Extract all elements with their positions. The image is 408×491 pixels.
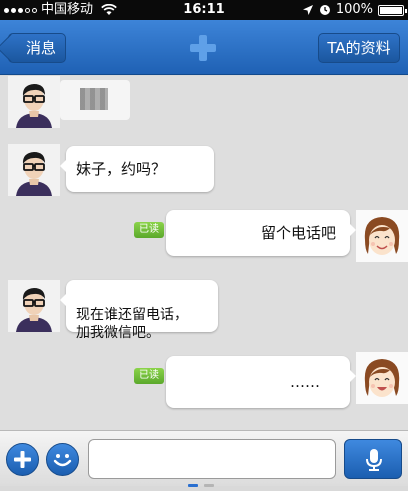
navigation-bar: 消息 TA的资料 bbox=[0, 20, 408, 75]
location-arrow-icon bbox=[302, 5, 313, 15]
back-button-label: 消息 bbox=[25, 39, 56, 57]
read-status-badge: 已读 bbox=[134, 222, 164, 238]
wifi-icon bbox=[101, 4, 117, 15]
avatar-female[interactable] bbox=[356, 210, 408, 262]
message-text: 妹子，约吗？ bbox=[76, 160, 167, 178]
avatar-male[interactable] bbox=[8, 144, 60, 196]
avatar-male[interactable] bbox=[8, 76, 60, 128]
message-text: …… bbox=[290, 373, 320, 391]
emoji-button[interactable] bbox=[46, 443, 79, 476]
add-button[interactable] bbox=[6, 443, 39, 476]
message-bubble-outgoing[interactable]: 留个电话吧 bbox=[166, 210, 356, 256]
message-bubble-incoming[interactable]: 现在谁还留电话， 加我微信吧。 bbox=[60, 280, 218, 341]
chat-area[interactable]: 妹子，约吗？ 已读 留个电话吧 现在谁还留电话， 加我微信吧。 已读 …… bbox=[0, 76, 408, 430]
voice-button[interactable] bbox=[344, 439, 402, 479]
plus-logo-icon bbox=[188, 33, 218, 63]
page-dot-active bbox=[188, 484, 198, 487]
page-dot bbox=[204, 484, 214, 487]
profile-button-label: TA的资料 bbox=[327, 39, 391, 57]
read-status-badge: 已读 bbox=[134, 368, 164, 384]
input-bar bbox=[0, 430, 408, 486]
image-message[interactable] bbox=[60, 80, 130, 120]
alarm-clock-icon bbox=[319, 5, 330, 15]
smiley-icon bbox=[53, 454, 72, 467]
status-bar: 中国移动 16:11 100% bbox=[0, 0, 408, 20]
signal-icon bbox=[4, 7, 37, 13]
avatar-female[interactable] bbox=[356, 352, 408, 404]
plus-icon bbox=[14, 451, 31, 468]
message-text: 留个电话吧 bbox=[260, 224, 336, 242]
microphone-icon bbox=[366, 449, 382, 471]
battery-icon bbox=[378, 4, 407, 16]
carrier-name: 中国移动 bbox=[41, 2, 94, 17]
message-text: 现在谁还留电话， 加我微信吧。 bbox=[76, 307, 188, 341]
back-button[interactable]: 消息 bbox=[8, 33, 66, 63]
avatar-male[interactable] bbox=[8, 280, 60, 332]
message-bubble-incoming[interactable]: 妹子，约吗？ bbox=[60, 146, 214, 192]
status-right: 100% bbox=[302, 0, 407, 20]
status-left: 中国移动 bbox=[4, 0, 117, 20]
message-bubble-outgoing[interactable]: …… bbox=[166, 356, 356, 408]
profile-button[interactable]: TA的资料 bbox=[318, 33, 400, 63]
page-indicator bbox=[188, 484, 214, 487]
battery-percent: 100% bbox=[335, 2, 373, 17]
message-input[interactable] bbox=[88, 439, 336, 479]
